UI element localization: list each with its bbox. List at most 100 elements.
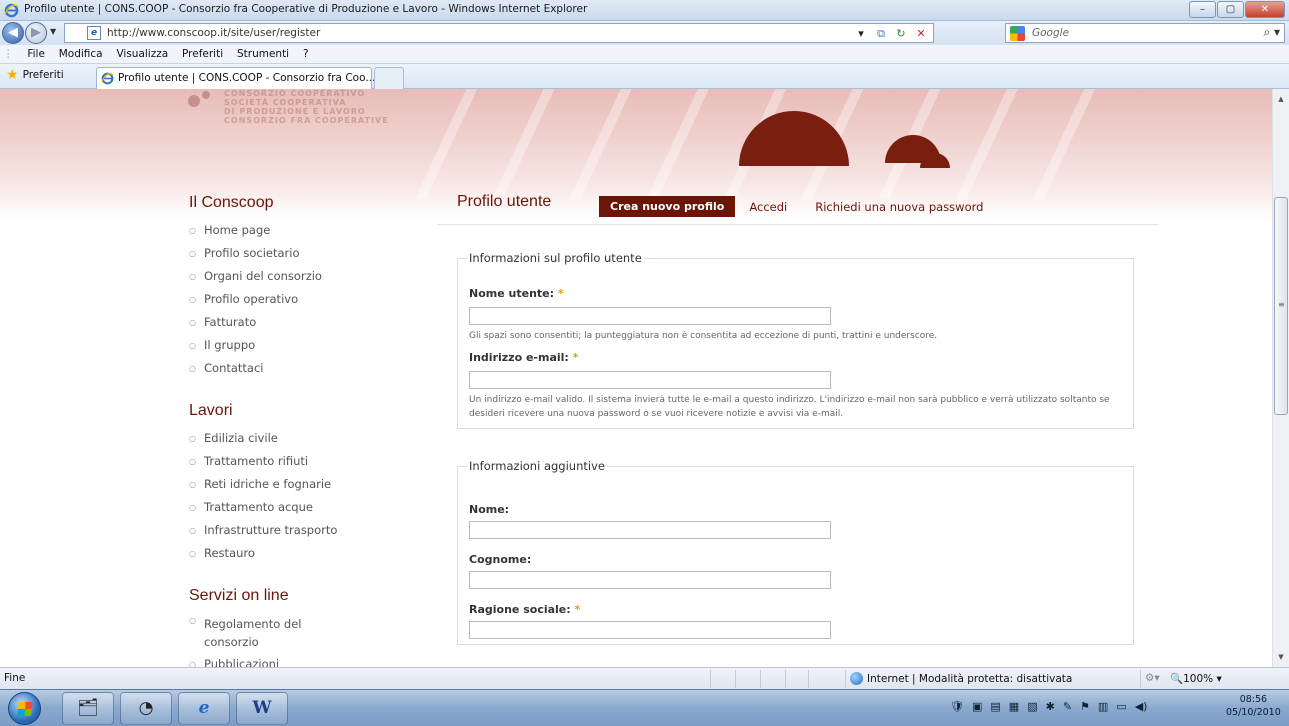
tab-label: Profilo utente | CONS.COOP - Consorzio f… — [118, 72, 376, 84]
menu-bar: ⋮ File Modifica Visualizza Preferiti Str… — [0, 45, 1289, 64]
vertical-scrollbar[interactable]: ▲ ≡ ▼ — [1272, 89, 1289, 667]
dropdown-icon[interactable]: ▾ — [853, 26, 869, 41]
volume-icon[interactable]: ◀) — [1135, 700, 1148, 713]
address-field[interactable]: e http://www.conscoop.it/site/user/regis… — [64, 23, 934, 43]
sidebar-item-infrastrutture[interactable]: Infrastrutture trasporto — [189, 519, 429, 542]
tab-bar: ★ Preferiti Profilo utente | CONS.COOP -… — [0, 64, 1289, 89]
zoom-control[interactable]: 🔍100% ▾ — [1170, 672, 1222, 685]
page-icon: e — [87, 26, 101, 40]
tab-crea-profilo[interactable]: Crea nuovo profilo — [599, 196, 736, 217]
logo-mark — [188, 95, 200, 107]
refresh-icon[interactable]: ↻ — [893, 26, 909, 41]
menu-file[interactable]: File — [22, 45, 50, 60]
username-label-text: Nome utente: — [469, 287, 555, 300]
sidebar-item-home[interactable]: Home page — [189, 219, 429, 242]
sidebar-item-acque[interactable]: Trattamento acque — [189, 496, 429, 519]
menu-preferiti[interactable]: Preferiti — [177, 45, 228, 60]
sidebar-menu-lavori: Edilizia civile Trattamento rifiuti Reti… — [189, 427, 429, 565]
cognome-input[interactable] — [469, 571, 831, 589]
new-tab-button[interactable] — [374, 67, 404, 89]
tray-icon[interactable]: ⚑ — [1080, 700, 1090, 713]
tray-icon[interactable]: ▧ — [1027, 700, 1037, 713]
sidebar-item-gruppo[interactable]: Il gruppo — [189, 334, 429, 357]
scroll-down-icon[interactable]: ▼ — [1273, 649, 1289, 665]
sidebar: Il Conscoop Home page Profilo societario… — [189, 194, 429, 667]
messenger-taskbar-icon[interactable]: ◔ — [120, 692, 172, 725]
site-logo[interactable]: CONSORZIO COOPERATIVO SOCIETÀ COOPERATIV… — [188, 89, 428, 159]
sidebar-item-rifiuti[interactable]: Trattamento rifiuti — [189, 450, 429, 473]
page-viewport: CONSORZIO COOPERATIVO SOCIETÀ COOPERATIV… — [0, 89, 1272, 667]
menu-help[interactable]: ? — [298, 45, 314, 60]
sidebar-item-reti-idriche[interactable]: Reti idriche e fognarie — [189, 473, 429, 496]
favorites-button[interactable]: ★ Preferiti — [6, 67, 64, 83]
word-taskbar-icon[interactable]: W — [236, 692, 288, 725]
windows-taskbar: 🗂 ◔ e W 🛡 ▣ ▤ ▦ ▧ ✱ ✎ ⚑ ▥ ▭ ◀) 08:56 05/… — [0, 689, 1289, 726]
logo-text: CONSORZIO FRA COOPERATIVE — [224, 116, 389, 125]
logo-text: SOCIETÀ COOPERATIVA — [224, 98, 347, 107]
search-icon[interactable]: ⌕ ▾ — [1263, 25, 1280, 40]
internet-explorer-taskbar-icon[interactable]: e — [178, 692, 230, 725]
sidebar-item-fatturato[interactable]: Fatturato — [189, 311, 429, 334]
protected-mode-icon[interactable]: ⚙▾ — [1145, 672, 1160, 684]
scroll-up-icon[interactable]: ▲ — [1273, 91, 1289, 107]
browser-tab[interactable]: Profilo utente | CONS.COOP - Consorzio f… — [96, 67, 376, 89]
status-divider — [808, 670, 809, 688]
internet-explorer-icon — [101, 72, 114, 85]
email-input[interactable] — [469, 371, 831, 389]
username-label: Nome utente: * — [469, 287, 564, 300]
compatibility-icon[interactable]: ⧉ — [873, 26, 889, 41]
close-button[interactable]: ✕ — [1245, 1, 1285, 18]
url-text[interactable]: http://www.conscoop.it/site/user/registe… — [107, 27, 320, 39]
grip-icon: ≡ — [1278, 300, 1285, 309]
tab-accedi[interactable]: Accedi — [735, 200, 801, 214]
menu-visualizza[interactable]: Visualizza — [111, 45, 173, 60]
sidebar-item-pubblicazioni[interactable]: Pubblicazioni — [189, 653, 429, 667]
scroll-thumb[interactable]: ≡ — [1274, 197, 1288, 415]
explorer-taskbar-icon[interactable]: 🗂 — [62, 692, 114, 725]
sidebar-item-restauro[interactable]: Restauro — [189, 542, 429, 565]
history-dropdown-icon[interactable]: ▼ — [50, 27, 56, 36]
security-zone[interactable]: Internet | Modalità protetta: disattivat… — [850, 672, 1072, 685]
window-titlebar: Profilo utente | CONS.COOP - Consorzio f… — [0, 0, 1289, 21]
clock[interactable]: 08:56 05/10/2010 — [1226, 693, 1281, 719]
star-icon: ★ — [6, 67, 19, 83]
sidebar-item-profilo-societario[interactable]: Profilo societario — [189, 242, 429, 265]
menu-strumenti[interactable]: Strumenti — [232, 45, 294, 60]
ragione-sociale-label: Ragione sociale: * — [469, 603, 580, 616]
cognome-label: Cognome: — [469, 553, 532, 566]
menu-modifica[interactable]: Modifica — [54, 45, 108, 60]
sidebar-item-contattaci[interactable]: Contattaci — [189, 357, 429, 380]
power-icon[interactable]: ▭ — [1116, 700, 1126, 713]
search-field[interactable]: Google ⌕ ▾ — [1005, 23, 1285, 43]
username-input[interactable] — [469, 307, 831, 325]
forward-button[interactable]: ▶ — [25, 22, 47, 44]
tray-icon[interactable]: ▦ — [1009, 700, 1019, 713]
sidebar-item-profilo-operativo[interactable]: Profilo operativo — [189, 288, 429, 311]
ragione-sociale-input[interactable] — [469, 621, 831, 639]
tab-nuova-password[interactable]: Richiedi una nuova password — [801, 200, 997, 214]
tray-icon[interactable]: ✎ — [1063, 700, 1072, 713]
tray-icon[interactable]: ▤ — [990, 700, 1000, 713]
antivirus-icon[interactable]: 🛡 — [950, 700, 964, 713]
username-help: Gli spazi sono consentiti; la punteggiat… — [469, 331, 938, 341]
nome-input[interactable] — [469, 521, 831, 539]
back-button[interactable]: ◀ — [2, 22, 24, 44]
ragione-sociale-label-text: Ragione sociale: — [469, 603, 571, 616]
tray-icon[interactable]: ▣ — [972, 700, 982, 713]
sidebar-item-regolamento[interactable]: Regolamento del consorzio — [189, 612, 319, 653]
maximize-button[interactable]: ▢ — [1217, 1, 1244, 18]
stop-icon[interactable]: ✕ — [913, 26, 929, 41]
status-text: Fine — [4, 672, 26, 684]
sidebar-item-edilizia[interactable]: Edilizia civile — [189, 427, 429, 450]
network-icon[interactable]: ▥ — [1098, 700, 1108, 713]
logo-text: CONSORZIO COOPERATIVO — [224, 89, 366, 98]
email-label-text: Indirizzo e-mail: — [469, 351, 569, 364]
email-label: Indirizzo e-mail: * — [469, 351, 578, 364]
sidebar-item-organi[interactable]: Organi del consorzio — [189, 265, 429, 288]
start-button[interactable] — [8, 692, 41, 725]
address-toolbar: ◀ ▶ ▼ e http://www.conscoop.it/site/user… — [0, 21, 1289, 45]
email-help: Un indirizzo e-mail valido. Il sistema i… — [469, 395, 1110, 419]
minimize-button[interactable]: – — [1189, 1, 1216, 18]
bluetooth-icon[interactable]: ✱ — [1046, 700, 1055, 713]
page-title: Profilo utente — [457, 193, 552, 210]
